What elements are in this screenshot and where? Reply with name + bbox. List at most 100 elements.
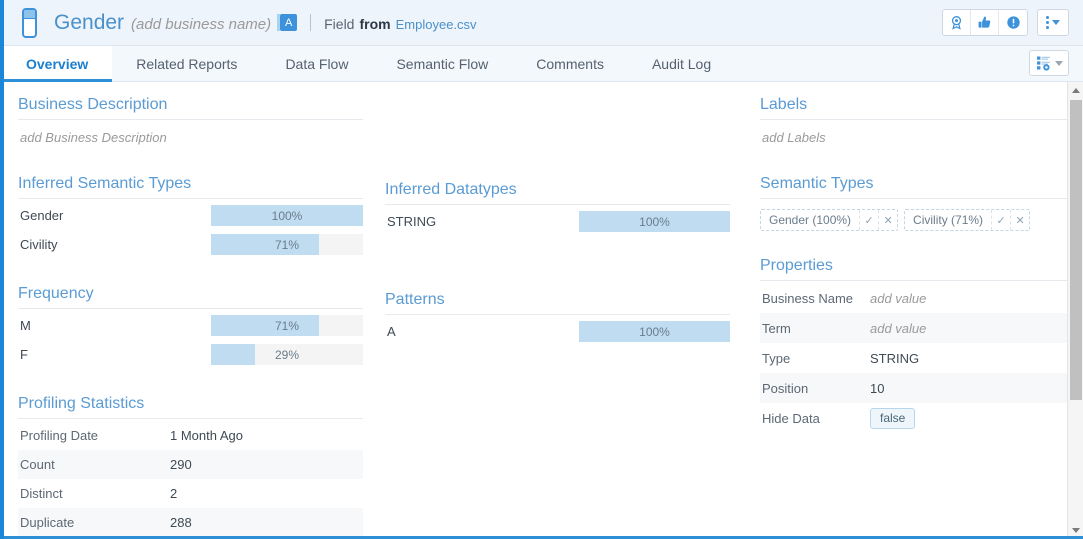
term-value[interactable]: add value [868, 313, 1083, 343]
row-key: Type [760, 343, 868, 373]
bar-track: 100% [211, 205, 363, 226]
bar-value: 29% [211, 344, 363, 365]
row-key: Duplicate [18, 508, 168, 537]
header-icon-group [942, 9, 1028, 36]
section-title: Semantic Types [760, 175, 1083, 199]
scroll-up-button[interactable] [1068, 82, 1083, 99]
bar-label: Gender [18, 208, 63, 223]
bar-row: A 100% [385, 317, 730, 346]
table-row: Type STRING [760, 343, 1083, 373]
tab-label: Semantic Flow [396, 56, 488, 72]
bar-track: 29% [211, 344, 363, 365]
business-description-input[interactable]: add Business Description [18, 122, 363, 145]
section-frequency: Frequency M 71% F 29% [18, 285, 363, 369]
section-title: Profiling Statistics [18, 395, 363, 419]
bar-value: 100% [579, 211, 730, 232]
tab-label: Data Flow [285, 56, 348, 72]
row-value: 288 [168, 508, 363, 537]
check-icon[interactable]: ✓ [859, 210, 878, 230]
section-semantic-types: Semantic Types Gender (100%) ✓ ✕ Civilit… [760, 175, 1083, 231]
bar-value: 71% [211, 315, 363, 336]
bar-row: STRING 100% [385, 207, 730, 236]
column-middle: Inferred Datatypes STRING 100% Patterns … [385, 96, 730, 539]
section-inferred-semantic-types: Inferred Semantic Types Gender 100% Civi… [18, 175, 363, 259]
section-title: Inferred Semantic Types [18, 175, 363, 199]
bar-row: Gender 100% [18, 201, 363, 230]
semantic-type-chip[interactable]: Civility (71%) ✓ ✕ [904, 209, 1030, 231]
row-value: 1 Month Ago [168, 421, 363, 450]
source-dataset-link[interactable]: Employee.csv [396, 17, 477, 32]
tab-data-flow[interactable]: Data Flow [261, 46, 372, 81]
bar-value: 71% [211, 234, 363, 255]
bar-label: A [385, 324, 396, 339]
certify-icon[interactable] [943, 10, 971, 35]
business-name-value[interactable]: add value [868, 283, 1083, 313]
tab-related-reports[interactable]: Related Reports [112, 46, 261, 81]
more-actions-button[interactable] [1037, 9, 1069, 36]
labels-input[interactable]: add Labels [760, 122, 1083, 145]
tab-label: Overview [26, 56, 88, 72]
field-details-page: Gender (add business name) A Field from … [0, 0, 1083, 539]
close-icon[interactable]: ✕ [1010, 210, 1029, 230]
row-key: Hide Data [760, 403, 868, 433]
vertical-scrollbar[interactable] [1067, 82, 1083, 539]
bar-row: Civility 71% [18, 230, 363, 259]
semantic-type-chip[interactable]: Gender (100%) ✓ ✕ [760, 209, 898, 231]
table-row: Term add value [760, 313, 1083, 343]
bar-track: 100% [579, 211, 730, 232]
table-row: Profiling Date 1 Month Ago [18, 421, 363, 450]
chevron-down-icon [1072, 528, 1080, 533]
bar-value: 100% [211, 205, 363, 226]
section-title: Frequency [18, 285, 363, 309]
bar-label: M [18, 318, 31, 333]
table-row: Hide Data false [760, 403, 1083, 433]
tab-bar: Overview Related Reports Data Flow Seman… [4, 46, 1083, 82]
badge-letter: A [280, 14, 297, 31]
table-row: Duplicate 288 [18, 508, 363, 537]
tab-semantic-flow[interactable]: Semantic Flow [372, 46, 512, 81]
bar-track: 71% [211, 234, 363, 255]
tab-label: Audit Log [652, 56, 711, 72]
business-name-placeholder[interactable]: (add business name) [131, 16, 271, 33]
row-value: 290 [168, 450, 363, 479]
table-row: Position 10 [760, 373, 1083, 403]
table-row: Distinct 2 [18, 479, 363, 508]
asset-kind-label: Field [324, 16, 354, 32]
column-left: Business Description add Business Descri… [18, 96, 363, 539]
layout-list-icon [1036, 55, 1052, 71]
overview-body: Business Description add Business Descri… [4, 82, 1083, 539]
scrollbar-thumb[interactable] [1070, 100, 1082, 400]
row-key: Count [18, 450, 168, 479]
bar-row: F 29% [18, 340, 363, 369]
row-key: Profiling Date [18, 421, 168, 450]
check-icon[interactable]: ✓ [991, 210, 1010, 230]
position-value: 10 [868, 373, 1083, 403]
section-title: Patterns [385, 291, 730, 315]
tab-comments[interactable]: Comments [512, 46, 628, 81]
chip-label: Civility (71%) [905, 213, 991, 227]
chevron-down-icon [1052, 20, 1060, 25]
tab-overview[interactable]: Overview [4, 46, 112, 81]
tab-audit-log[interactable]: Audit Log [628, 46, 735, 81]
chip-label: Gender (100%) [761, 213, 859, 227]
info-icon[interactable] [999, 10, 1027, 35]
row-value: 2 [168, 479, 363, 508]
bar-track: 71% [211, 315, 363, 336]
datatype-badge: A [277, 14, 297, 31]
hide-data-toggle[interactable]: false [870, 408, 915, 429]
bar-label: Civility [18, 237, 58, 252]
section-title: Inferred Datatypes [385, 181, 730, 205]
row-key: Position [760, 373, 868, 403]
layout-settings-button[interactable] [1029, 50, 1069, 76]
row-key: Term [760, 313, 868, 343]
section-profiling-statistics: Profiling Statistics Profiling Date 1 Mo… [18, 395, 363, 539]
section-patterns: Patterns A 100% [385, 291, 730, 346]
row-key: Distinct [18, 479, 168, 508]
section-business-description: Business Description add Business Descri… [18, 96, 363, 145]
section-title: Labels [760, 96, 1083, 120]
row-key: Business Name [760, 283, 868, 313]
bar-track: 100% [579, 321, 730, 342]
kebab-menu-icon[interactable] [1038, 10, 1068, 35]
close-icon[interactable]: ✕ [878, 210, 897, 230]
thumbs-up-icon[interactable] [971, 10, 999, 35]
